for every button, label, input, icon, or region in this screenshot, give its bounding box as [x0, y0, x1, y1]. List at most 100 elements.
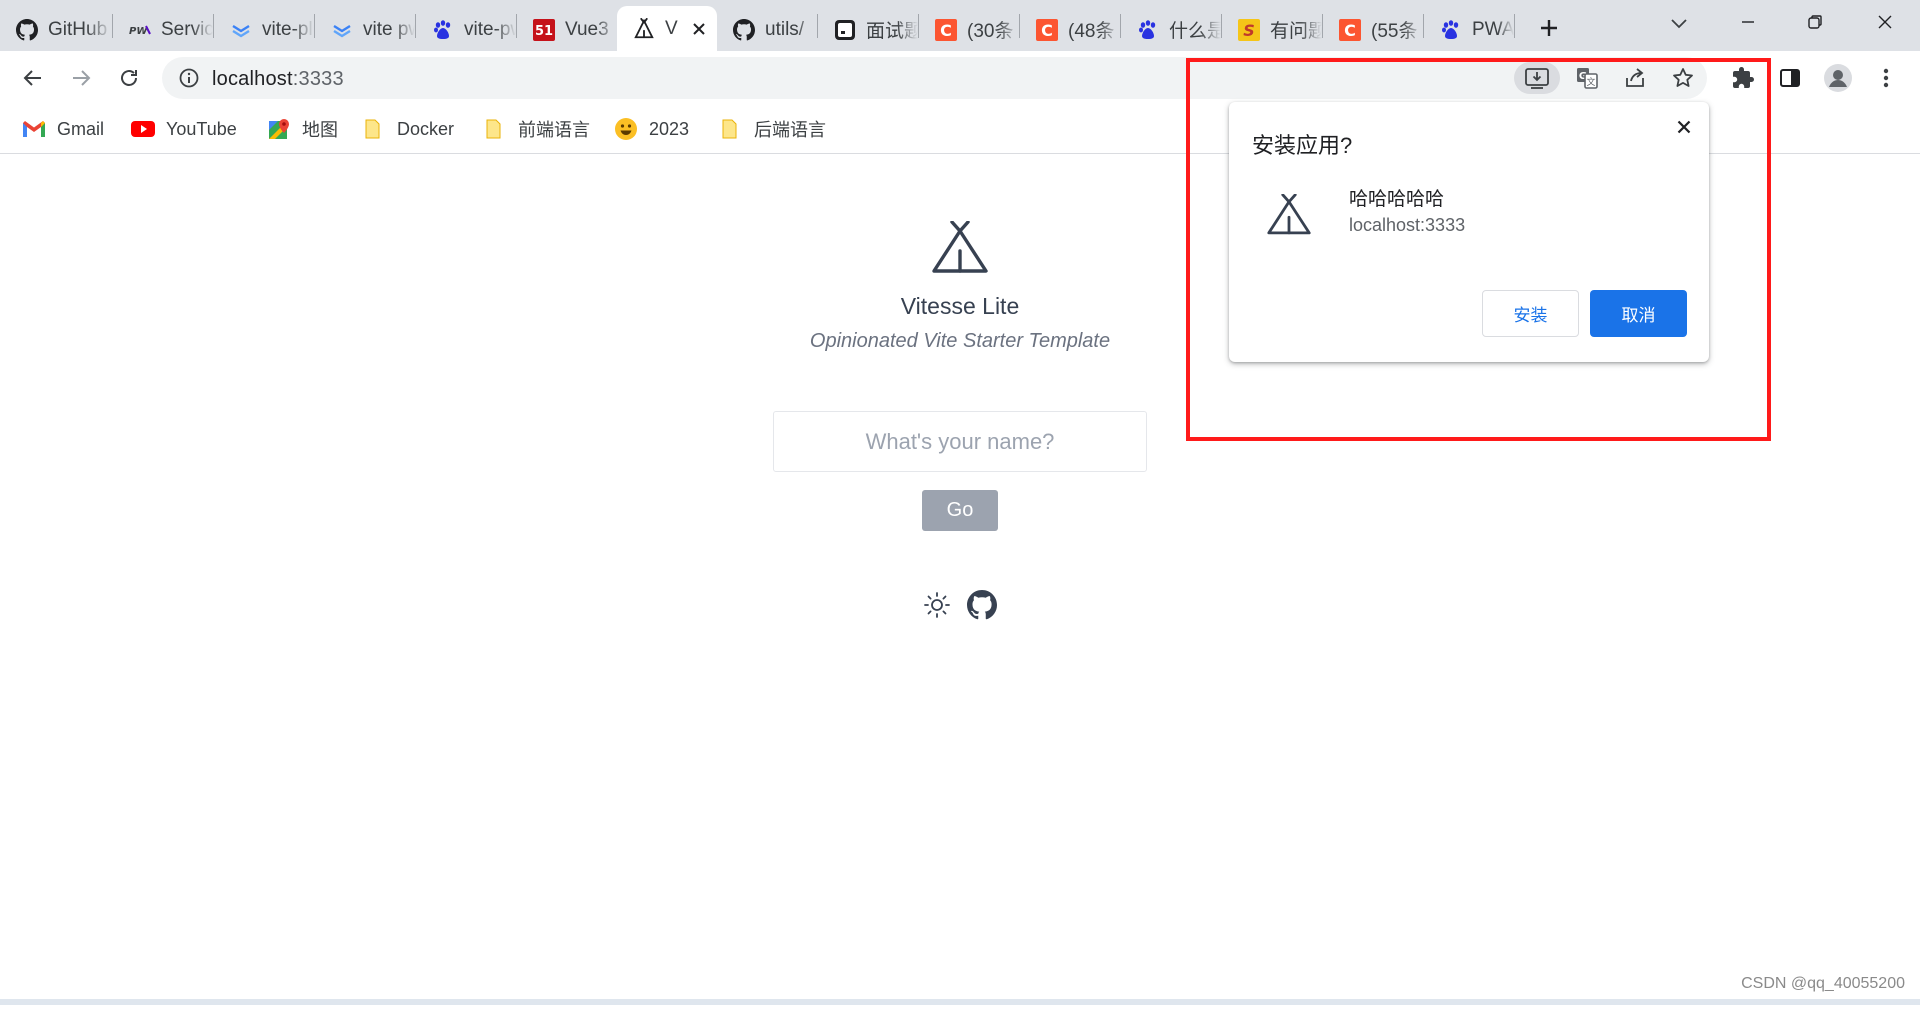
cancel-button[interactable]: 取消 [1590, 290, 1687, 337]
folder-icon [362, 117, 386, 141]
back-button[interactable] [14, 59, 52, 97]
menu-button[interactable] [1867, 59, 1905, 97]
tab-utils[interactable]: utils/ [717, 8, 817, 51]
svg-text:C: C [1041, 21, 1053, 40]
close-window-button[interactable] [1865, 6, 1905, 38]
vitesse-logo-icon [930, 221, 990, 275]
name-input[interactable] [773, 411, 1147, 472]
forward-button[interactable] [62, 59, 100, 97]
51cto-icon: 51 [533, 18, 555, 41]
install-app-icon [1525, 68, 1549, 89]
minimize-button[interactable] [1728, 6, 1768, 38]
more-vert-icon [1883, 68, 1889, 88]
share-button[interactable] [1612, 62, 1658, 94]
translate-button[interactable]: G文 [1564, 62, 1610, 94]
tab-title: GitHub [48, 18, 108, 40]
close-icon[interactable] [688, 18, 710, 40]
tab-vite-pwa-baidu[interactable]: vite-pwa [416, 8, 516, 51]
terminal-icon [834, 19, 856, 41]
dialog-title: 安装应用? [1252, 133, 1353, 158]
close-icon [1677, 120, 1691, 134]
csdn-icon: C [1036, 18, 1058, 41]
tab-question[interactable]: S 有问题 [1222, 8, 1322, 51]
app-tagline: Opinionated Vite Starter Template [809, 330, 1111, 352]
bookmark-backend[interactable]: 后端语言 [719, 114, 826, 144]
tab-title: (48条 [1068, 21, 1115, 42]
sun-icon [924, 592, 950, 618]
tab-github[interactable]: GitHub [0, 8, 112, 51]
tab-vite-plugin-pwa[interactable]: vite-plugin-pwa [214, 8, 314, 51]
tab-service-worker[interactable]: PW Service Worker [113, 8, 213, 51]
tab-search-button[interactable] [1663, 8, 1695, 40]
bookmark-maps[interactable]: 地图 [267, 114, 338, 144]
tab-title: V [665, 17, 678, 39]
profile-button[interactable] [1819, 59, 1857, 97]
csdn-icon: C [935, 18, 957, 41]
bookmark-gmail[interactable]: Gmail [22, 114, 104, 144]
app-title: Vitesse Lite [900, 293, 1020, 319]
side-panel-icon [1780, 69, 1800, 87]
tab-vite-pwa[interactable]: vite pwa [315, 8, 415, 51]
theme-toggle-button[interactable] [923, 591, 951, 619]
tab-csdn-48[interactable]: C (48条 [1020, 8, 1120, 51]
star-icon [1673, 68, 1693, 87]
reload-icon [121, 70, 137, 86]
tab-title: Service Worker [161, 18, 213, 40]
bookmark-2023[interactable]: 2023 [614, 114, 689, 144]
bookmark-label: 地图 [302, 120, 338, 140]
install-app-dialog: 安装应用? 哈哈哈哈哈 localhost:3333 安装 取消 [1229, 102, 1709, 362]
bookmark-youtube[interactable]: YouTube [131, 114, 237, 144]
address-bar[interactable]: localhost:3333 G文 [162, 57, 1707, 99]
tab-interview[interactable]: 面试题 [818, 8, 918, 51]
vitesse-icon [633, 17, 655, 40]
info-icon[interactable] [178, 67, 200, 89]
github-icon [733, 18, 755, 41]
github-link[interactable] [967, 590, 997, 620]
go-button[interactable]: Go [922, 490, 998, 531]
arrow-left-icon [23, 70, 41, 86]
tab-pwa[interactable]: PWA [1424, 8, 1514, 51]
tab-title: utils/ [765, 18, 805, 40]
tab-vitesse-active[interactable]: V [617, 6, 717, 51]
tab-strip: GitHub PW Service Worker vite-plugin-pwa… [0, 0, 1920, 51]
bookmark-label: YouTube [166, 118, 237, 139]
install-button[interactable]: 安装 [1482, 290, 1579, 337]
install-app-button[interactable] [1514, 62, 1560, 94]
new-tab-button[interactable] [1533, 12, 1565, 44]
bookmark-star-button[interactable] [1660, 62, 1706, 94]
tab-csdn-30[interactable]: C (30条 [919, 8, 1019, 51]
gmail-icon [22, 117, 46, 141]
tab-what-is[interactable]: 什么是 [1121, 8, 1221, 51]
toolbar: localhost:3333 G文 [0, 51, 1920, 104]
bookmark-label: 2023 [649, 118, 690, 139]
restore-icon [1808, 15, 1822, 29]
url-text[interactable]: localhost:3333 [212, 68, 344, 91]
folder-icon [483, 117, 507, 141]
bookmark-docker[interactable]: Docker [362, 114, 454, 144]
vitepwa-icon [331, 19, 353, 41]
tab-vue3[interactable]: 51 Vue3 [517, 8, 617, 51]
tab-title: 面试题 [866, 21, 918, 42]
minimize-icon [1742, 21, 1754, 23]
restore-button[interactable] [1795, 6, 1835, 38]
dialog-close-button[interactable] [1671, 114, 1697, 140]
tab-csdn-55[interactable]: C (55条 [1323, 8, 1423, 51]
maps-icon [267, 117, 291, 141]
page-bottom-edge [0, 999, 1920, 1005]
tab-title: 什么是 [1169, 21, 1221, 42]
bookmark-frontend[interactable]: 前端语言 [483, 114, 590, 144]
close-icon [1878, 15, 1892, 29]
baidu-icon [432, 19, 454, 41]
folder-icon [719, 117, 743, 141]
dialog-app-name: 哈哈哈哈哈 [1349, 189, 1445, 210]
extensions-button[interactable] [1724, 59, 1762, 97]
plus-icon [1541, 20, 1557, 36]
svg-text:文: 文 [1586, 76, 1595, 88]
side-panel-button[interactable] [1771, 59, 1809, 97]
baidu-icon [1440, 19, 1462, 41]
translate-icon: G文 [1577, 68, 1598, 89]
reload-button[interactable] [110, 59, 148, 97]
bookmark-label: 前端语言 [518, 120, 590, 140]
smiley-icon [614, 117, 638, 141]
tab-title: (30条 [967, 21, 1014, 42]
